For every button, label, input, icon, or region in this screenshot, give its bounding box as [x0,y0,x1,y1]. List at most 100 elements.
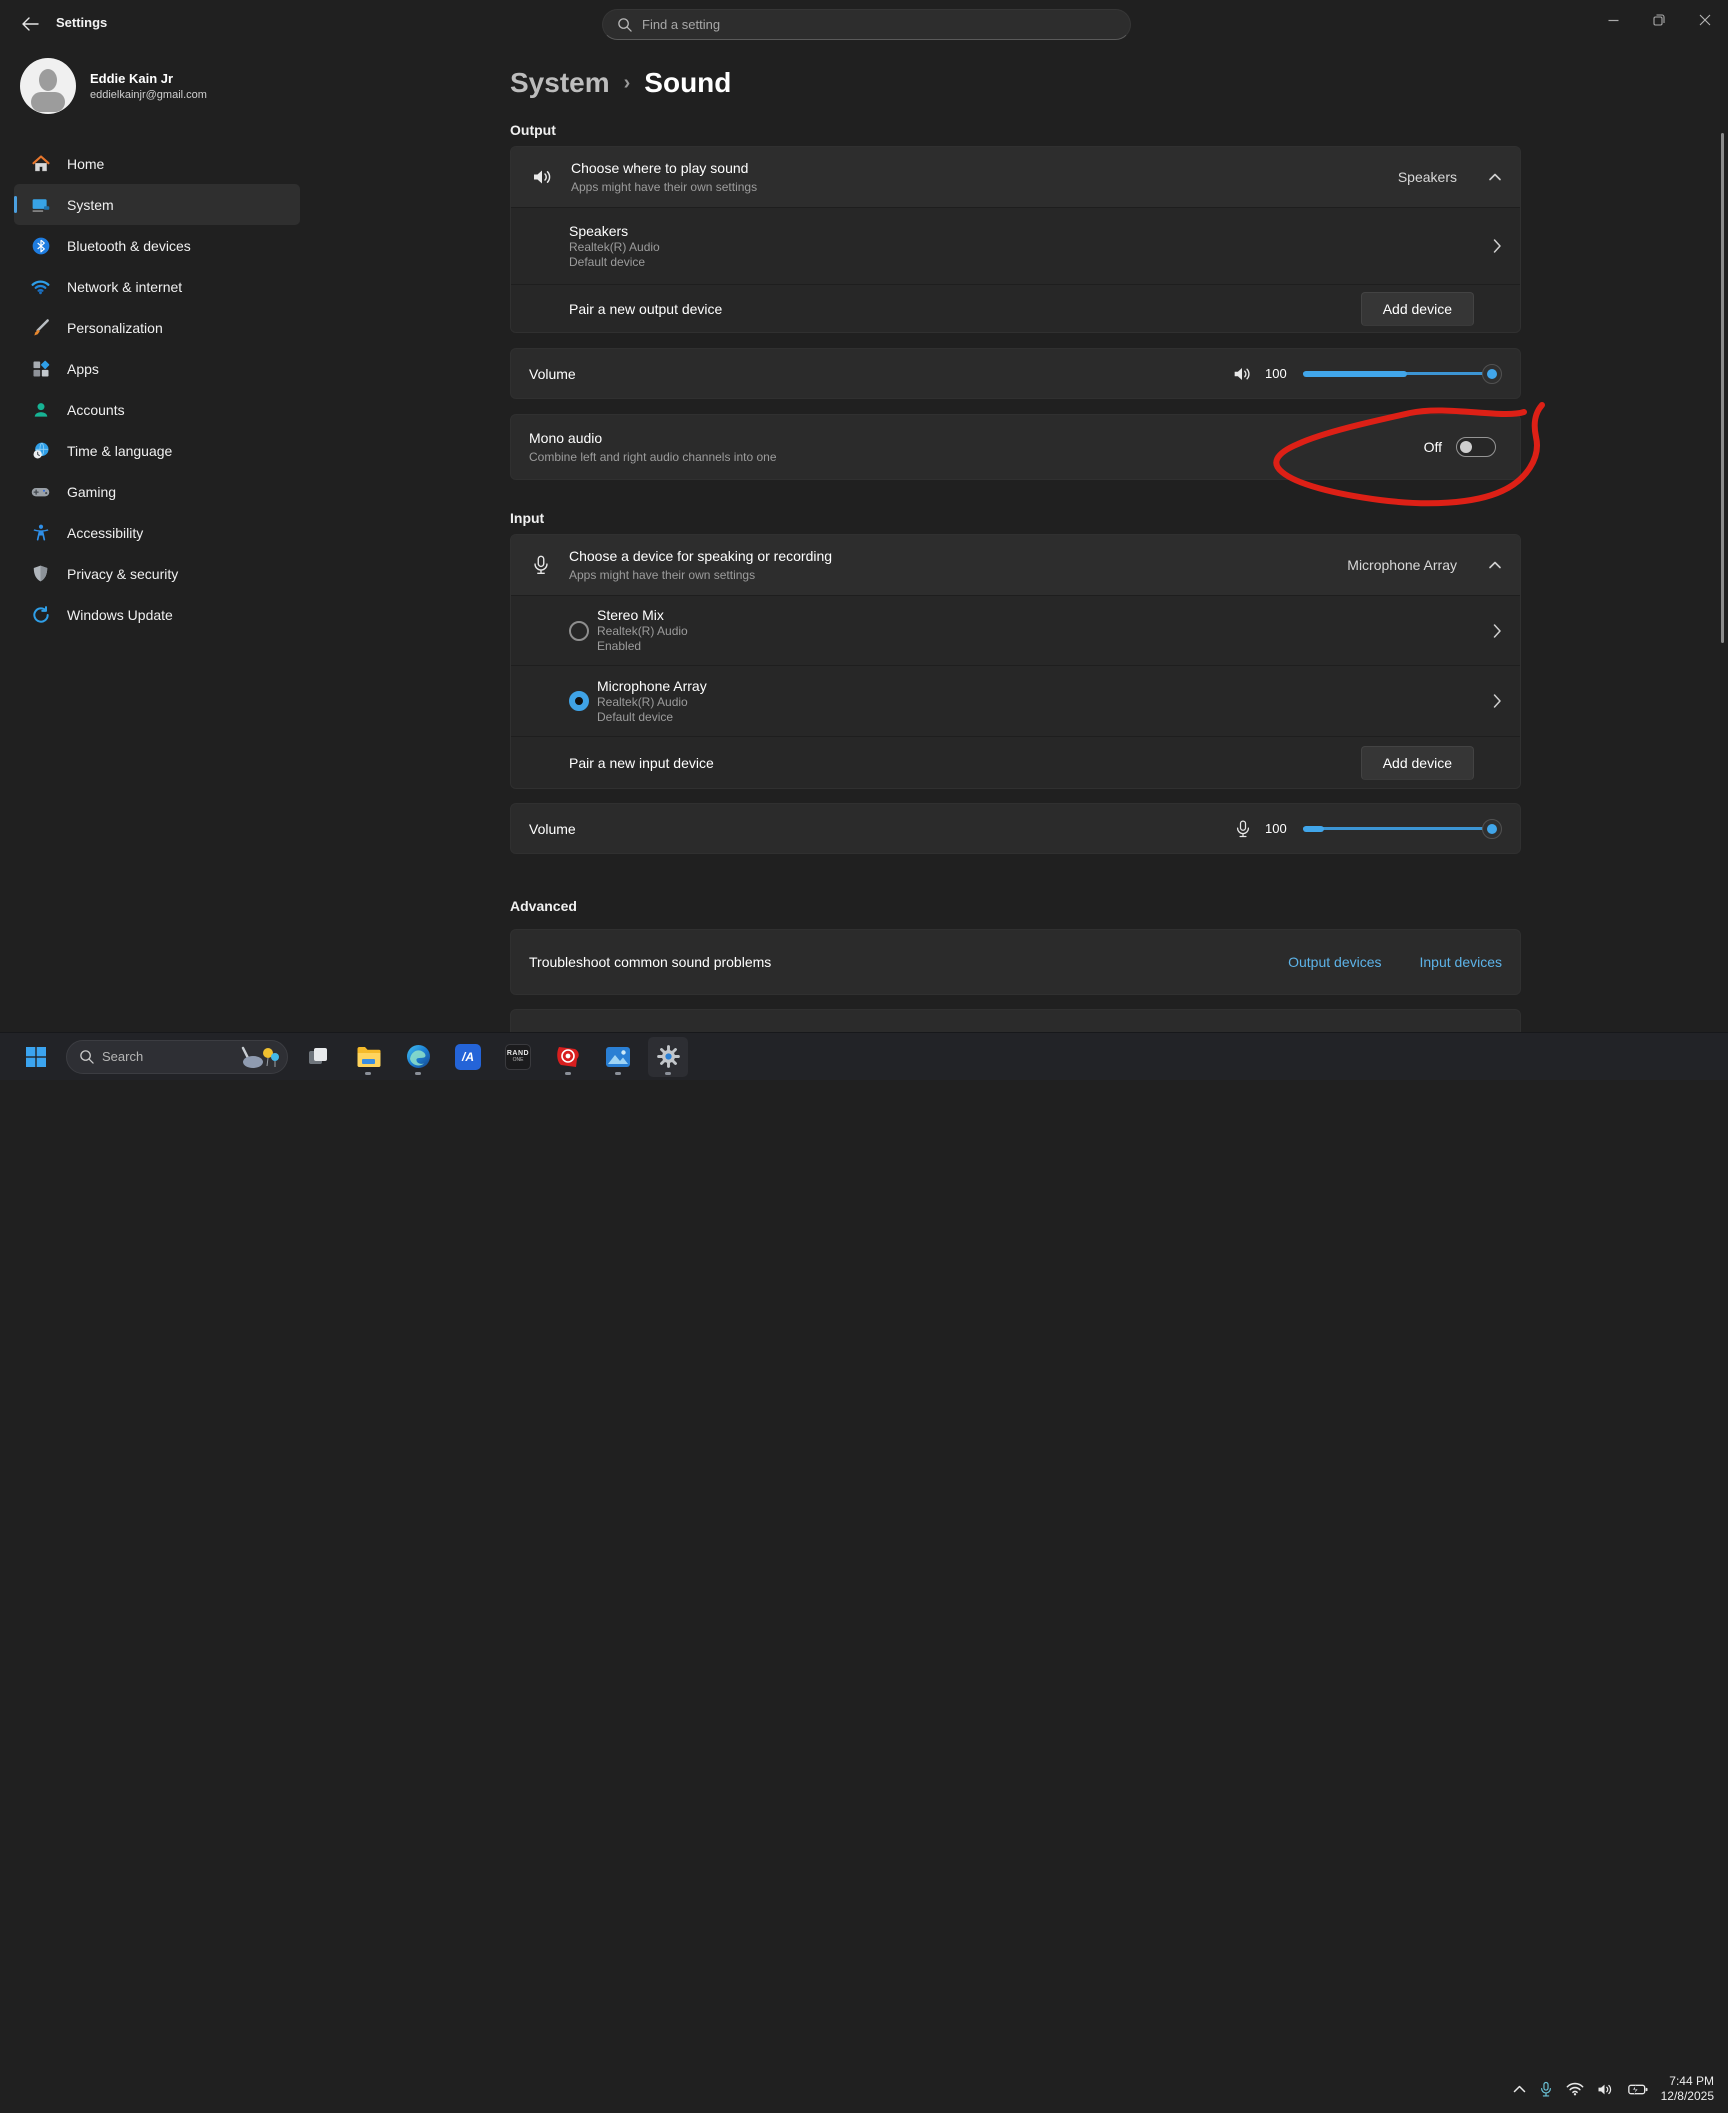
output-header-subtitle: Apps might have their own settings [571,179,757,195]
volume-mic-icon[interactable] [1233,818,1253,840]
mono-audio-toggle[interactable] [1456,437,1496,457]
profile-card[interactable]: Eddie Kain Jr eddielkainjr@gmail.com [20,58,207,114]
output-header-row[interactable]: Choose where to play sound Apps might ha… [511,147,1520,207]
microphone-array-radio[interactable] [569,691,589,711]
search-highlight-image [235,1044,281,1070]
shield-icon [30,563,51,584]
microphone-icon [530,553,552,577]
chevron-right-icon [1492,623,1502,639]
output-header-title: Choose where to play sound [571,159,757,177]
sidebar-item-label: Time & language [67,443,172,459]
sidebar-item-bluetooth-devices[interactable]: Bluetooth & devices [14,225,300,266]
sidebar-item-label: Personalization [67,320,163,336]
windows-logo-icon [25,1046,47,1068]
accounts-icon [30,399,51,420]
input-device-value: Microphone Array [1347,557,1457,573]
input-header-row[interactable]: Choose a device for speaking or recordin… [511,535,1520,595]
stereo-mix-row[interactable]: Stereo Mix Realtek(R) Audio Enabled [511,595,1520,665]
start-button[interactable] [16,1037,56,1077]
gamepad-icon [30,481,51,502]
input-volume-handle[interactable] [1482,819,1502,839]
tray-battery-icon[interactable] [1628,2083,1648,2096]
chevron-up-icon[interactable] [1488,172,1502,182]
back-button[interactable] [12,10,48,38]
sidebar-item-label: Network & internet [67,279,182,295]
taskbar-search-box[interactable] [66,1040,288,1074]
edge-button[interactable] [398,1037,438,1077]
sidebar-item-windows-update[interactable]: Windows Update [14,594,300,635]
output-speakers-row[interactable]: Speakers Realtek(R) Audio Default device [511,207,1520,284]
sidebar-nav: Home System Bluetooth & devices Network … [14,143,300,635]
input-devices-link[interactable]: Input devices [1420,954,1503,970]
volume-speaker-icon[interactable] [1231,363,1253,385]
sidebar-item-gaming[interactable]: Gaming [14,471,300,512]
stereo-mix-radio[interactable] [569,621,589,641]
sidebar-item-accessibility[interactable]: Accessibility [14,512,300,553]
sidebar-item-label: Gaming [67,484,116,500]
output-devices-link[interactable]: Output devices [1288,954,1381,970]
sidebar-item-system[interactable]: System [14,184,300,225]
input-volume-slider[interactable] [1303,819,1496,839]
chevron-right-icon [1492,238,1502,254]
sidebar-item-personalization[interactable]: Personalization [14,307,300,348]
time-language-icon [30,440,51,461]
sidebar-item-label: Privacy & security [67,566,178,582]
add-input-device-button[interactable]: Add device [1361,746,1474,780]
close-icon [1699,14,1711,26]
tray-microphone-icon[interactable] [1539,2081,1553,2098]
search-icon [617,17,632,32]
pair-input-label: Pair a new input device [569,754,714,772]
red-target-app-button[interactable] [548,1037,588,1077]
sidebar-item-label: Windows Update [67,607,173,623]
output-volume-value: 100 [1265,366,1291,381]
add-output-device-button[interactable]: Add device [1361,292,1474,326]
device-driver: Realtek(R) Audio [597,695,707,710]
device-status: Enabled [597,639,688,654]
page-title: Sound [644,67,731,99]
settings-gear-icon [656,1044,681,1069]
output-device-card: Choose where to play sound Apps might ha… [510,146,1521,333]
close-button[interactable] [1682,0,1728,40]
sidebar-item-home[interactable]: Home [14,143,300,184]
toggle-knob [1460,441,1472,453]
tray-expand-icon[interactable] [1513,2085,1526,2093]
device-name: Microphone Array [597,678,707,695]
taskbar-clock[interactable]: 7:44 PM 12/8/2025 [1661,2074,1714,2104]
settings-search-box[interactable] [602,9,1131,40]
rand-one-app-button[interactable]: RAND ONE [498,1037,538,1077]
sidebar-item-time-language[interactable]: Time & language [14,430,300,471]
chevron-right-icon [1492,693,1502,709]
file-explorer-icon [356,1046,381,1068]
scrollbar[interactable] [1721,133,1724,643]
input-volume-card: Volume 100 [510,803,1521,854]
output-volume-slider[interactable] [1303,364,1496,384]
breadcrumb-system[interactable]: System [510,67,610,99]
clock-time: 7:44 PM [1661,2074,1714,2089]
file-explorer-button[interactable] [348,1037,388,1077]
output-volume-handle[interactable] [1482,364,1502,384]
chevron-up-icon[interactable] [1488,560,1502,570]
taskbar-search-input[interactable] [102,1049,227,1064]
sidebar-item-label: Accounts [67,402,125,418]
brush-icon [30,317,51,338]
input-header-title: Choose a device for speaking or recordin… [569,547,832,565]
bluetooth-icon [30,235,51,256]
settings-app-button[interactable] [648,1037,688,1077]
sidebar-item-apps[interactable]: Apps [14,348,300,389]
tray-wifi-icon[interactable] [1566,2082,1584,2096]
restore-button[interactable] [1636,0,1682,40]
mono-audio-title: Mono audio [529,429,777,447]
sidebar-item-network-internet[interactable]: Network & internet [14,266,300,307]
input-device-card: Choose a device for speaking or recordin… [510,534,1521,789]
tray-speaker-icon[interactable] [1597,2082,1615,2097]
sidebar-item-privacy-security[interactable]: Privacy & security [14,553,300,594]
microphone-array-row[interactable]: Microphone Array Realtek(R) Audio Defaul… [511,665,1520,736]
sidebar-item-label: Bluetooth & devices [67,238,191,254]
photos-app-button[interactable] [598,1037,638,1077]
blue-app-button[interactable]: /A [448,1037,488,1077]
task-view-icon [306,1045,330,1069]
minimize-button[interactable] [1590,0,1636,40]
task-view-button[interactable] [298,1037,338,1077]
settings-search-input[interactable] [642,17,1116,32]
sidebar-item-accounts[interactable]: Accounts [14,389,300,430]
